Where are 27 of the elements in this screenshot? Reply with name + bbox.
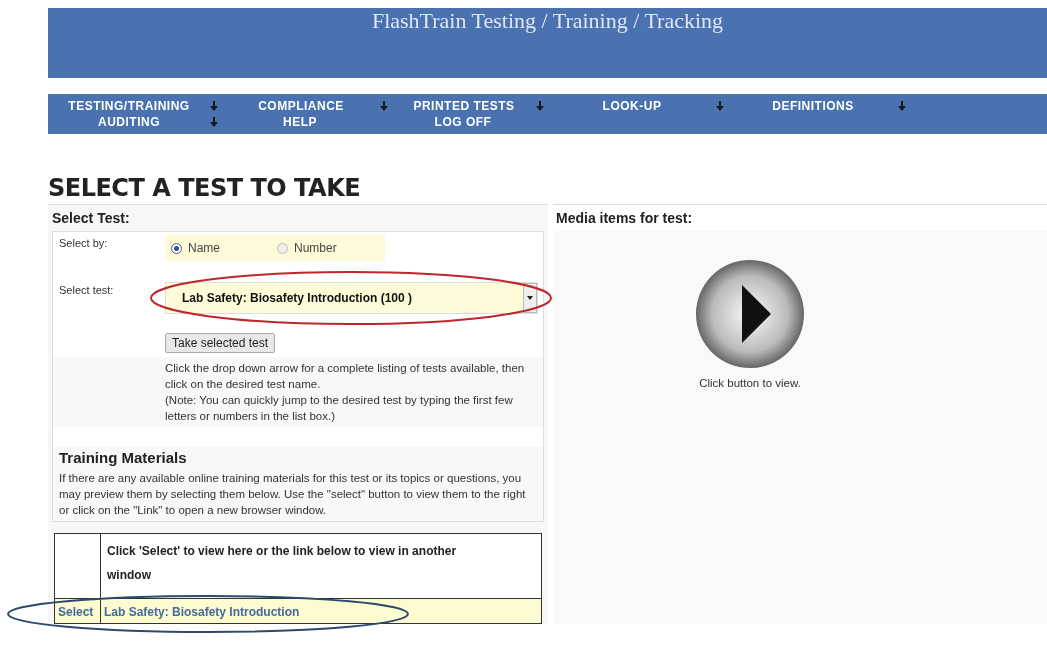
page-heading: SELECT A TEST TO TAKE: [48, 174, 362, 202]
nav-link[interactable]: COMPLIANCE: [258, 98, 344, 114]
nav-link[interactable]: TESTING/TRAINING: [68, 98, 190, 114]
help-text: (Note: You can quickly jump to the desired test by typing the first few letters or numbers in the list box.): [165, 393, 514, 424]
nav-link[interactable]: PRINTED TESTS: [413, 98, 515, 114]
section-title: Select Test:: [52, 210, 130, 226]
nav-link[interactable]: LOG OFF: [434, 114, 492, 130]
take-test-button[interactable]: Take selected test: [165, 333, 276, 353]
table-header: Click 'Select' to view here or the link below to view in another window: [107, 544, 457, 582]
site-title: FlashTrain Testing / Training / Tracking: [371, 8, 724, 34]
radio-button[interactable]: [171, 242, 182, 254]
section-title: Media items for test:: [556, 210, 693, 226]
nav-link[interactable]: DEFINITIONS: [772, 98, 854, 114]
help-text: Click the drop down arrow for a complete listing of tests available, then click on the desired test name.: [165, 361, 526, 392]
play-icon[interactable]: [695, 259, 805, 369]
test-dropdown[interactable]: Lab Safety: Biosafety Introduction (100 ): [165, 282, 538, 314]
nav-link[interactable]: AUDITING: [98, 114, 160, 130]
radio-button[interactable]: [277, 242, 288, 254]
nav-link[interactable]: LOOK-UP: [602, 98, 662, 114]
radio-option[interactable]: Number: [277, 239, 367, 257]
field-label: Select by:: [58, 236, 109, 251]
section-title: Training Materials: [59, 448, 188, 468]
media-caption: Click button to view.: [699, 376, 801, 391]
field-label: Select test:: [58, 283, 115, 298]
radio-option[interactable]: Name: [171, 239, 261, 257]
nav-link[interactable]: HELP: [283, 114, 317, 130]
training-description: If there are any available online training materials for this test or its topics or questions, you may preview them by selecting them below. Use the "select" button to view them to the right or click on the "Link" to open a new browser window.: [59, 470, 527, 518]
